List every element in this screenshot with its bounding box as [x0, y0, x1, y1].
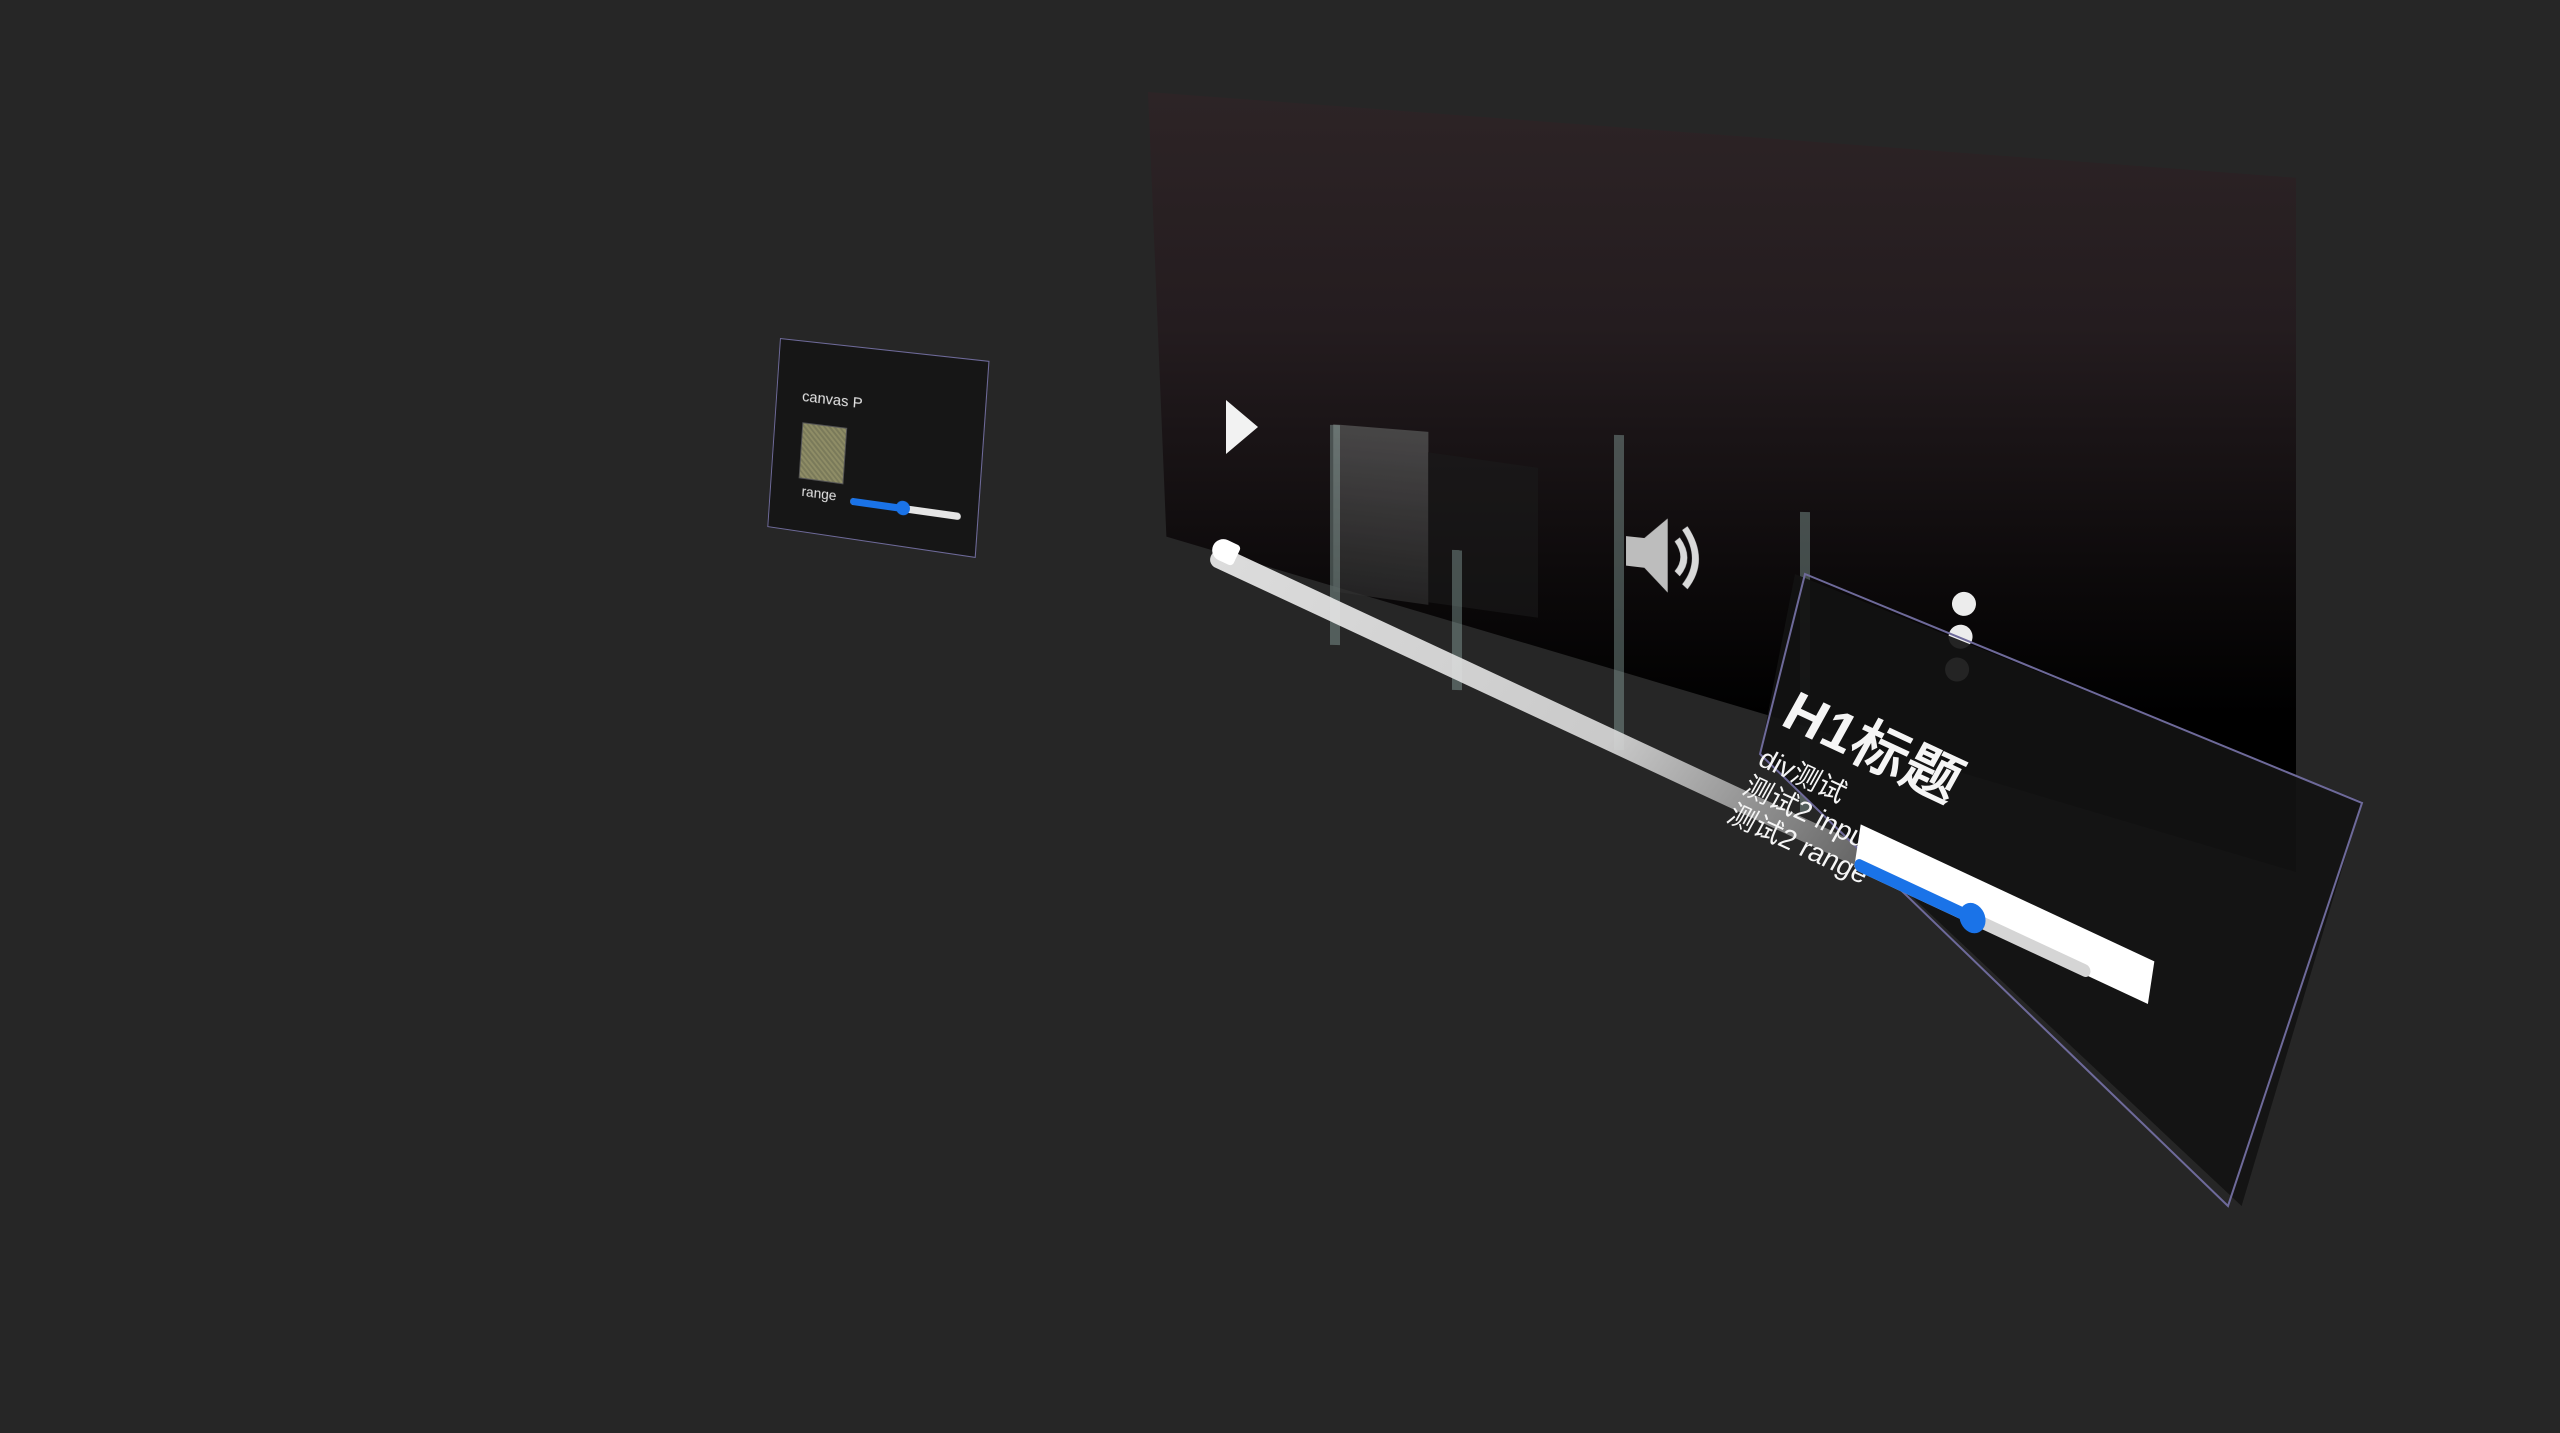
canvas-panel: canvas P range [767, 338, 990, 558]
3d-scene: canvas P range H1标题 div测试 测试2 input 测试2 … [0, 0, 2560, 1433]
video-frame-shadow [1428, 452, 1538, 618]
range-slider-thumb[interactable] [895, 499, 911, 517]
volume-icon[interactable] [1622, 506, 1707, 605]
canvas-panel-title: canvas P [801, 387, 864, 413]
range-slider[interactable] [849, 497, 962, 521]
range-label: range [801, 482, 838, 504]
video-frame-ghost [1333, 424, 1429, 605]
range-slider-fill [849, 497, 903, 513]
canvas-texture [798, 422, 848, 485]
play-icon[interactable] [1226, 400, 1258, 454]
